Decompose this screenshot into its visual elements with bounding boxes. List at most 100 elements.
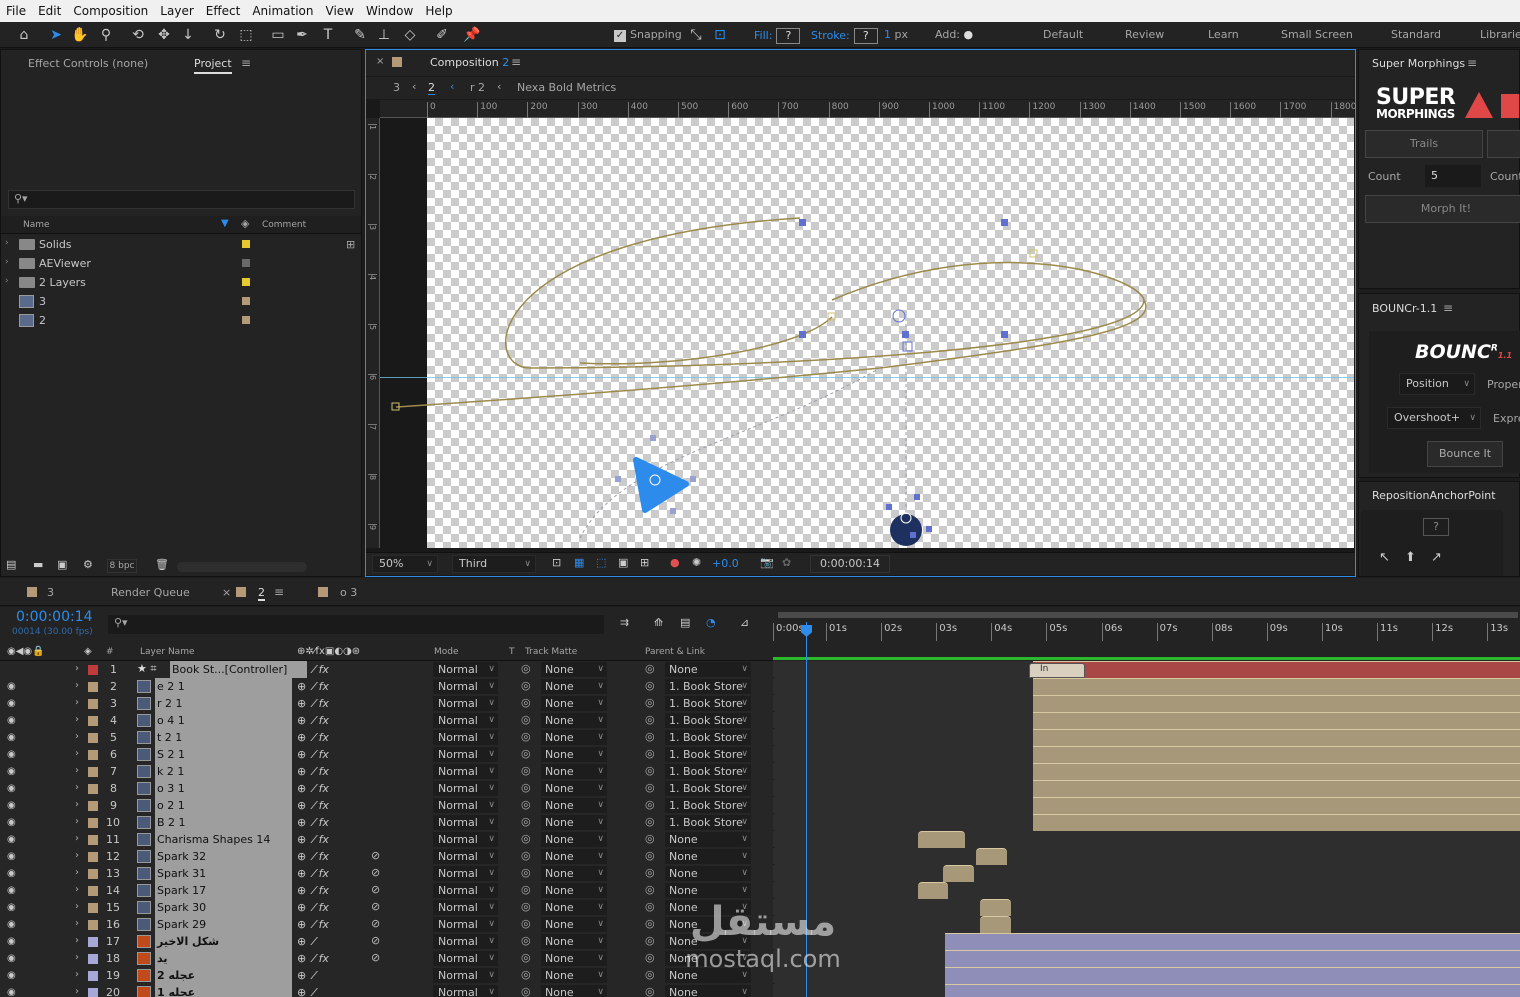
visibility-eye-icon[interactable]: ◉	[7, 681, 18, 692]
reset-exposure-icon[interactable]: ✺	[692, 556, 701, 569]
pen-tool-icon[interactable]: ✒	[292, 25, 312, 45]
label-color-swatch[interactable]	[88, 971, 98, 981]
snap-feather-icon[interactable]: ⊡	[710, 25, 730, 45]
workspace-review[interactable]: Review	[1125, 28, 1164, 41]
matte-pickwhip-icon[interactable]: ◎	[521, 679, 531, 692]
layer-duration-bar[interactable]	[1033, 780, 1520, 797]
label-tag-icon[interactable]: ◈	[241, 217, 249, 230]
switches-icon[interactable]: ⊕ ⁄	[297, 986, 315, 997]
layer-row[interactable]: ◉ › ⊕ ⁄ fx 8 o 3 1 Normal ∨ ◎ None ∨ ◎ 1. Book Stor…	[0, 780, 1520, 797]
roto-brush-tool-icon[interactable]: ✐	[432, 25, 452, 45]
switches-icon[interactable]: ⊕ ⁄ fx	[297, 680, 329, 693]
hand-tool-icon[interactable]: ✋	[70, 25, 90, 45]
layer-duration-bar[interactable]	[1033, 763, 1520, 780]
panel-menu-icon[interactable]: ≡	[511, 55, 521, 69]
project-item[interactable]: › Solids	[1, 235, 345, 254]
property-dropdown[interactable]: Position ∨	[1399, 373, 1475, 395]
layer-name[interactable]: o 2 1	[155, 797, 292, 814]
matte-pickwhip-icon[interactable]: ◎	[521, 985, 531, 997]
selection-tool-icon[interactable]: ➤	[46, 25, 66, 45]
pan-behind-tool-icon[interactable]: ⬚	[236, 25, 256, 45]
super-morphings-title[interactable]: Super Morphings	[1372, 57, 1465, 70]
blend-mode-dropdown[interactable]: Normal ∨	[433, 679, 498, 694]
track-matte-dropdown[interactable]: None ∨	[541, 730, 607, 745]
track-matte-dropdown[interactable]: None ∨	[541, 866, 607, 881]
track-matte-dropdown[interactable]: None ∨	[541, 849, 607, 864]
switches-icon[interactable]: ⊕ ⁄ fx	[297, 901, 329, 914]
switches-icon[interactable]: ⊕ ⁄ fx	[297, 867, 329, 880]
parent-dropdown[interactable]: 1. Book Store ∨	[665, 679, 751, 694]
current-time-indicator[interactable]	[806, 622, 807, 997]
parent-dropdown[interactable]: None ∨	[665, 900, 751, 915]
menu-help[interactable]: Help	[419, 4, 458, 18]
chevron-right-icon[interactable]: ›	[75, 833, 79, 844]
layer-duration-bar[interactable]	[1033, 678, 1520, 695]
current-time[interactable]: 0:00:00:14	[16, 609, 93, 625]
layer-duration-bar[interactable]	[945, 950, 1520, 967]
layer-row[interactable]: ◉ › ⊕ ⁄ fx 4 o 4 1 Normal ∨ ◎ None ∨ ◎ 1. Book Stor…	[0, 712, 1520, 729]
parent-dropdown[interactable]: 1. Book Store ∨	[665, 713, 751, 728]
visibility-eye-icon[interactable]: ◉	[7, 936, 18, 947]
visibility-eye-icon[interactable]: ◉	[7, 783, 18, 794]
parent-dropdown[interactable]: 1. Book Store ∨	[665, 781, 751, 796]
label-color-swatch[interactable]	[88, 733, 98, 743]
layer-row[interactable]: ◉ › ⊕ ⁄ fx ⊘ 16 Spark 29 Normal ∨ ◎ None ∨ ◎ None ∨	[0, 916, 1520, 933]
blend-mode-dropdown[interactable]: Normal ∨	[433, 883, 498, 898]
stroke-width[interactable]: 1 px	[884, 28, 908, 41]
rectangle-tool-icon[interactable]: ▭	[268, 25, 288, 45]
parent-pickwhip-icon[interactable]: ◎	[645, 968, 655, 981]
track-matte-dropdown[interactable]: None ∨	[541, 679, 607, 694]
parent-dropdown[interactable]: 1. Book Store ∨	[665, 815, 751, 830]
breadcrumb-item[interactable]: 2	[428, 81, 435, 95]
blend-mode-dropdown[interactable]: Normal ∨	[433, 951, 498, 966]
menu-edit[interactable]: Edit	[32, 4, 67, 18]
matte-pickwhip-icon[interactable]: ◎	[521, 815, 531, 828]
chevron-right-icon[interactable]: ›	[5, 238, 9, 248]
menu-composition[interactable]: Composition	[67, 4, 154, 18]
horizontal-ruler[interactable]: 0 100 200 300 400 500 600 700 800 900 1000 1100 1200…	[380, 100, 1357, 118]
zoom-tool-icon[interactable]: ⚲	[96, 25, 116, 45]
layer-track[interactable]	[774, 882, 1520, 899]
label-color-swatch[interactable]	[88, 699, 98, 709]
matte-pickwhip-icon[interactable]: ◎	[521, 883, 531, 896]
snap-options-icon[interactable]: ⤡	[686, 25, 706, 45]
parent-pickwhip-icon[interactable]: ◎	[645, 696, 655, 709]
clone-stamp-tool-icon[interactable]: ⊥	[374, 25, 394, 45]
breadcrumb-item[interactable]: r 2	[470, 81, 485, 94]
layer-name[interactable]: r 2 1	[155, 695, 292, 712]
visibility-eye-icon[interactable]: ◉	[7, 987, 18, 997]
label-color-swatch[interactable]	[88, 716, 98, 726]
color-channels-icon[interactable]: ●	[670, 556, 680, 569]
track-matte-dropdown[interactable]: None ∨	[541, 985, 607, 997]
parent-dropdown[interactable]: None ∨	[665, 832, 751, 847]
visibility-eye-icon[interactable]: ◉	[7, 800, 18, 811]
snapping-toggle[interactable]: ✓ Snapping	[614, 28, 682, 42]
time-navigator[interactable]	[778, 612, 1518, 618]
layer-duration-bar[interactable]	[918, 882, 948, 899]
layer-duration-bar[interactable]	[980, 899, 1011, 916]
parent-dropdown[interactable]: None ∨	[665, 662, 751, 677]
parent-pickwhip-icon[interactable]: ◎	[645, 747, 655, 760]
layer-track[interactable]	[774, 848, 1520, 865]
menu-file[interactable]: File	[0, 4, 32, 18]
column-switches-icon[interactable]: ◉◀◉🔒	[7, 646, 45, 657]
blend-mode-dropdown[interactable]: Normal ∨	[433, 730, 498, 745]
new-composition-icon[interactable]: ▣	[57, 558, 67, 571]
motion-blur-switch-icon[interactable]: ⊘	[371, 883, 380, 896]
visibility-eye-icon[interactable]: ◉	[7, 970, 18, 981]
label-color-swatch[interactable]	[242, 259, 250, 267]
track-matte-dropdown[interactable]: None ∨	[541, 815, 607, 830]
motion-blur-switch-icon[interactable]: ⊘	[371, 866, 380, 879]
help-button[interactable]: ?	[1423, 518, 1449, 536]
label-color-swatch[interactable]	[88, 988, 98, 997]
chevron-right-icon[interactable]: ›	[75, 799, 79, 810]
layer-duration-bar[interactable]	[945, 933, 1520, 950]
orbit-tool-icon[interactable]: ⟲	[128, 25, 148, 45]
layer-name[interactable]: Spark 30	[155, 899, 292, 916]
layer-duration-bar[interactable]	[918, 831, 965, 848]
parent-pickwhip-icon[interactable]: ◎	[645, 866, 655, 879]
project-item[interactable]: › 2 Layers	[1, 273, 345, 292]
parent-dropdown[interactable]: None ∨	[665, 883, 751, 898]
chevron-right-icon[interactable]: ›	[75, 850, 79, 861]
label-color-swatch[interactable]	[88, 903, 98, 913]
